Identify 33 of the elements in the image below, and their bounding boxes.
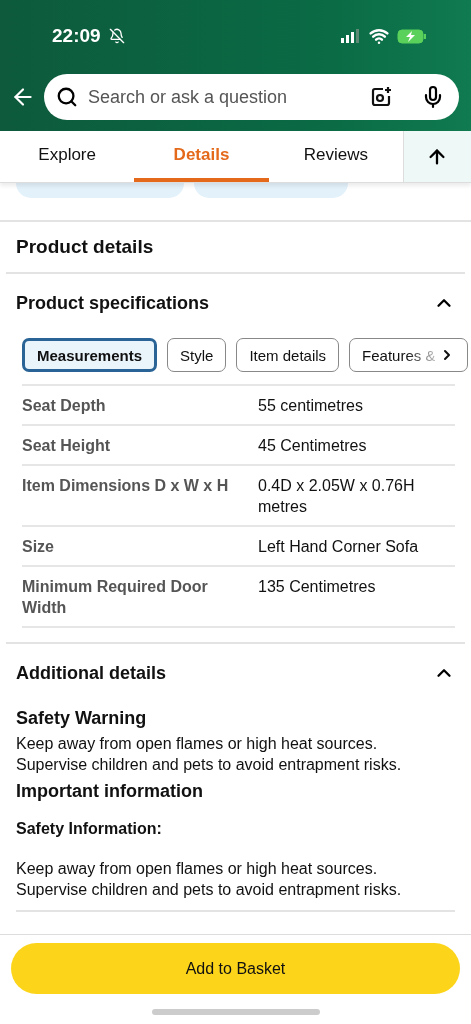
spec-value: 0.4D x 2.05W x 0.76H metres	[258, 476, 416, 517]
tab[interactable]: Explore	[0, 131, 135, 182]
subheading: Safety Information:	[16, 820, 163, 838]
add-to-basket-button[interactable]: Add to Basket	[11, 943, 460, 994]
spec-value: Left Hand Corner Sofa	[258, 537, 420, 557]
filter-chip[interactable]: Measurements	[22, 338, 158, 372]
search-icon	[56, 86, 78, 108]
signal-icon	[341, 29, 361, 43]
spec-value: 135 Centimetres	[258, 577, 377, 597]
wifi-icon	[369, 26, 389, 46]
filter-chip[interactable]: Style	[167, 338, 227, 372]
paragraph: Keep away from open flames or high heat sources. Supervise children and pets to avoid entrapment risks.	[16, 734, 403, 775]
time: 22:09	[52, 25, 101, 47]
search-bar[interactable]: Search or ask a question	[44, 74, 459, 120]
spec-value: 55 centimetres	[258, 396, 364, 416]
camera-icon[interactable]	[369, 85, 393, 109]
paragraph: Keep away from open flames or high heat sources. Supervise children and pets to avoid entrapment risks.	[16, 859, 403, 900]
tab[interactable]: Reviews	[268, 131, 403, 182]
section-title: Product specifications	[16, 292, 210, 314]
spec-value: 45 Centimetres	[258, 436, 368, 456]
filter-chip[interactable]: Features &	[349, 338, 469, 372]
spec-name: Seat Height	[22, 436, 111, 456]
battery-icon	[397, 28, 427, 44]
section-heading: Important information	[16, 781, 204, 802]
spec-name: Seat Depth	[22, 396, 107, 416]
spec-name: Item Dimensions D x W x H	[22, 476, 230, 496]
section-heading: Safety Warning	[16, 708, 148, 729]
filter-chip[interactable]: Item details	[236, 338, 340, 372]
section-title: Additional details	[16, 662, 166, 684]
spec-name: Size	[22, 537, 55, 557]
scroll-top-button[interactable]	[403, 131, 471, 182]
section-title: Product details	[15, 235, 155, 259]
spec-name: Minimum Required Door Width	[22, 577, 209, 618]
